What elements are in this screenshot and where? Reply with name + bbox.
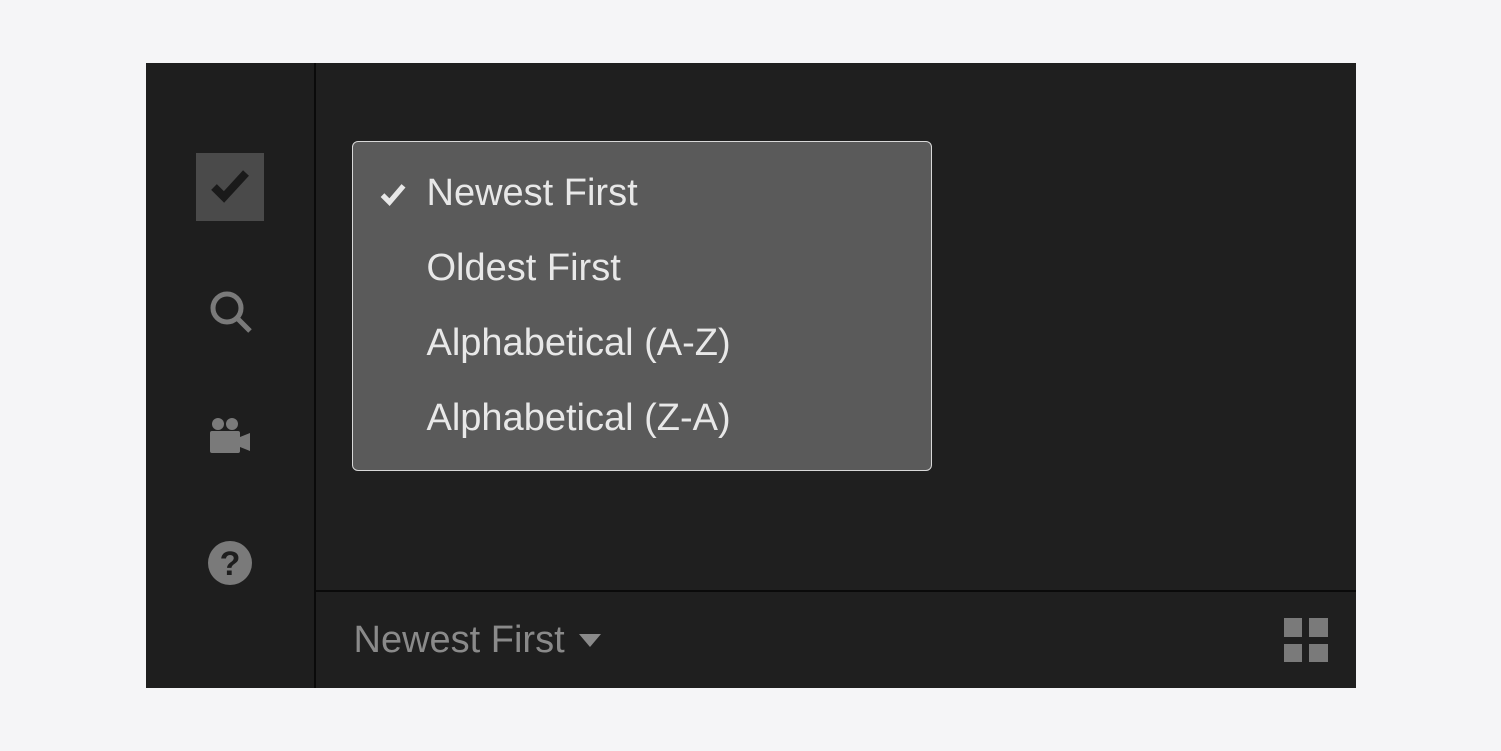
help-icon: ? [206, 539, 254, 592]
content-area: Newest First Oldest First Alphabetical (… [316, 63, 1356, 590]
app-window: ? Newest First [146, 63, 1356, 688]
grid-icon [1284, 618, 1303, 637]
menu-item-label: Alphabetical (Z-A) [427, 397, 731, 440]
menu-item-label: Alphabetical (A-Z) [427, 322, 731, 365]
svg-text:?: ? [219, 545, 240, 583]
sidebar-search-button[interactable] [196, 279, 264, 347]
bottom-bar: Newest First [316, 590, 1356, 688]
sort-option-oldest-first[interactable]: Oldest First [353, 231, 931, 306]
menu-item-label: Oldest First [427, 247, 621, 290]
sort-label: Newest First [354, 619, 565, 662]
sidebar-help-button[interactable]: ? [196, 531, 264, 599]
sidebar-check-button[interactable] [196, 153, 264, 221]
sort-option-alpha-az[interactable]: Alphabetical (A-Z) [353, 306, 931, 381]
search-icon [206, 287, 254, 340]
menu-item-label: Newest First [427, 172, 638, 215]
sidebar: ? [146, 63, 314, 688]
grid-view-button[interactable] [1284, 618, 1328, 662]
sort-option-alpha-za[interactable]: Alphabetical (Z-A) [353, 381, 931, 456]
sidebar-camera-button[interactable] [196, 405, 264, 473]
video-camera-icon [206, 413, 254, 466]
main-area: Newest First Oldest First Alphabetical (… [314, 63, 1356, 688]
check-icon [206, 161, 254, 214]
sort-dropdown-menu: Newest First Oldest First Alphabetical (… [352, 141, 932, 471]
sort-dropdown-button[interactable]: Newest First [354, 619, 601, 662]
sort-option-newest-first[interactable]: Newest First [353, 156, 931, 231]
checkmark-icon [379, 180, 427, 208]
chevron-down-icon [579, 634, 601, 647]
